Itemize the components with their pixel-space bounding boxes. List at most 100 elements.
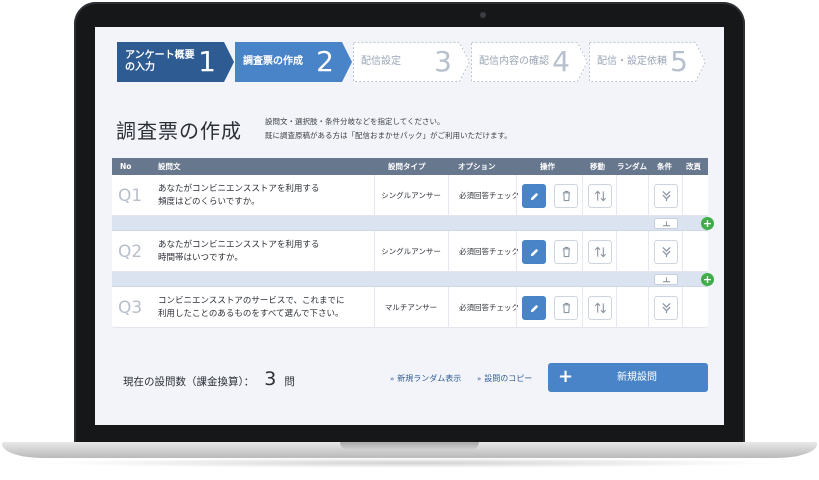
page-break-row: + bbox=[112, 272, 714, 287]
column-divider bbox=[648, 231, 649, 272]
plus-icon: + bbox=[702, 273, 713, 286]
question-count-value: 3 bbox=[264, 368, 277, 390]
page-break-icon bbox=[662, 221, 670, 227]
column-divider bbox=[374, 287, 375, 328]
header-cond: 条件 bbox=[657, 162, 672, 171]
pencil-icon bbox=[530, 248, 538, 256]
question-count-label: 現在の設問数（課金換算）： bbox=[123, 376, 255, 388]
column-divider bbox=[374, 175, 375, 216]
sort-arrows-icon bbox=[594, 190, 606, 202]
laptop-notch bbox=[340, 442, 479, 450]
double-chevron-icon: » bbox=[390, 375, 395, 383]
question-text-line2: 利用したことのあるものをすべて選んで下さい。 bbox=[158, 308, 344, 319]
sort-arrows-icon bbox=[594, 246, 606, 258]
question-text[interactable]: あなたがコンビニエンスストアを利用する 頻度はどのくらいですか。 bbox=[158, 175, 368, 216]
column-divider bbox=[582, 175, 583, 216]
delete-button[interactable] bbox=[554, 296, 578, 320]
column-divider bbox=[516, 287, 517, 328]
branch-icon bbox=[661, 246, 671, 258]
add-question-button[interactable]: + bbox=[701, 273, 714, 286]
edit-button[interactable] bbox=[522, 296, 546, 320]
header-move: 移動 bbox=[590, 162, 605, 171]
page-description: 設問文・選択肢・条件分岐などを指定してください。 既に調査原稿がある方は「配信お… bbox=[265, 115, 512, 143]
table-header: No 設問文 設問タイプ オプション 操作 移動 ランダム 条件 改頁 bbox=[112, 158, 708, 175]
question-text[interactable]: あなたがコンビニエンスストアを利用する 時間帯はいつですか。 bbox=[158, 231, 368, 272]
step-4-label: 配信内容の確認 bbox=[479, 56, 549, 67]
question-text-line1: あなたがコンビニエンスストアを利用する bbox=[158, 183, 320, 194]
step-4[interactable]: 配信内容の確認 4 bbox=[471, 42, 588, 82]
question-type: シングルアンサー bbox=[381, 247, 441, 256]
column-divider bbox=[516, 231, 517, 272]
question-count-unit: 問 bbox=[284, 376, 295, 388]
copy-question-link[interactable]: » 設問のコピー bbox=[477, 373, 532, 384]
new-random-link-label: 新規ランダム表示 bbox=[397, 374, 462, 383]
delete-button[interactable] bbox=[554, 240, 578, 264]
branch-icon bbox=[661, 302, 671, 314]
column-divider bbox=[448, 175, 449, 216]
column-divider bbox=[516, 175, 517, 216]
trash-icon bbox=[562, 302, 570, 314]
add-question-button[interactable]: + bbox=[701, 217, 714, 230]
column-divider bbox=[648, 287, 649, 328]
new-random-link[interactable]: » 新規ランダム表示 bbox=[390, 373, 461, 384]
step-3[interactable]: 配信設定 3 bbox=[353, 42, 470, 82]
step-1[interactable]: アンケート概要 の入力 1 bbox=[117, 42, 234, 82]
header-option: オプション bbox=[458, 162, 496, 171]
column-divider bbox=[682, 175, 683, 216]
table-row: Q2 あなたがコンビニエンスストアを利用する 時間帯はいつですか。 シングルアンサ… bbox=[112, 231, 708, 272]
question-text-line1: コンビニエンスストアのサービスで、これまでに bbox=[158, 295, 345, 306]
question-type: シングルアンサー bbox=[381, 191, 441, 200]
move-button[interactable] bbox=[588, 296, 612, 320]
step-1-label-line2: の入力 bbox=[125, 62, 155, 73]
page-break-button[interactable] bbox=[654, 218, 678, 229]
new-question-button[interactable]: + 新規設問 bbox=[548, 363, 708, 392]
branch-icon bbox=[661, 190, 671, 202]
page-break-icon bbox=[662, 277, 670, 283]
plus-icon: + bbox=[702, 217, 713, 230]
copy-question-link-label: 設問のコピー bbox=[484, 374, 533, 383]
sort-arrows-icon bbox=[594, 302, 606, 314]
question-option: 必須回答チェック bbox=[459, 247, 519, 256]
step-5[interactable]: 配信・設定依頼 5 bbox=[589, 42, 706, 82]
question-number: Q2 bbox=[118, 241, 143, 262]
column-divider bbox=[682, 231, 683, 272]
pencil-icon bbox=[530, 192, 538, 200]
question-text-line2: 時間帯はいつですか。 bbox=[158, 252, 243, 263]
header-text: 設問文 bbox=[158, 162, 181, 171]
column-divider bbox=[616, 231, 617, 272]
question-number: Q1 bbox=[118, 185, 143, 206]
question-type: マルチアンサー bbox=[384, 303, 438, 312]
step-2-number: 2 bbox=[316, 45, 334, 78]
step-2-label: 調査票の作成 bbox=[243, 56, 303, 67]
step-4-number: 4 bbox=[552, 45, 570, 78]
question-text[interactable]: コンビニエンスストアのサービスで、これまでに 利用したことのあるものをすべて選んで… bbox=[158, 287, 368, 328]
condition-button[interactable] bbox=[654, 296, 678, 320]
edit-button[interactable] bbox=[522, 184, 546, 208]
delete-button[interactable] bbox=[554, 184, 578, 208]
condition-button[interactable] bbox=[654, 240, 678, 264]
question-text-line2: 頻度はどのくらいですか。 bbox=[158, 196, 260, 207]
header-type: 設問タイプ bbox=[388, 162, 426, 171]
move-button[interactable] bbox=[588, 240, 612, 264]
step-3-number: 3 bbox=[434, 45, 452, 78]
step-2[interactable]: 調査票の作成 2 bbox=[235, 42, 352, 82]
page-description-line1: 設問文・選択肢・条件分岐などを指定してください。 bbox=[265, 117, 445, 126]
column-divider bbox=[374, 231, 375, 272]
column-divider bbox=[616, 175, 617, 216]
question-table: No 設問文 設問タイプ オプション 操作 移動 ランダム 条件 改頁 Q1 あ… bbox=[112, 158, 714, 328]
edit-button[interactable] bbox=[522, 240, 546, 264]
question-text-line1: あなたがコンビニエンスストアを利用する bbox=[158, 239, 320, 250]
column-divider bbox=[682, 287, 683, 328]
step-3-label: 配信設定 bbox=[361, 56, 401, 67]
app-screen: アンケート概要 の入力 1 調査票の作成 2 配信設定 3 配信内容の確認 4 配… bbox=[95, 27, 724, 425]
column-divider bbox=[616, 287, 617, 328]
step-5-label: 配信・設定依頼 bbox=[597, 56, 667, 67]
question-number: Q3 bbox=[118, 297, 143, 318]
trash-icon bbox=[562, 190, 570, 202]
column-divider bbox=[448, 287, 449, 328]
move-button[interactable] bbox=[588, 184, 612, 208]
question-option: 必須回答チェック bbox=[459, 303, 519, 312]
question-option: 必須回答チェック bbox=[459, 191, 519, 200]
condition-button[interactable] bbox=[654, 184, 678, 208]
page-break-button[interactable] bbox=[654, 274, 678, 285]
